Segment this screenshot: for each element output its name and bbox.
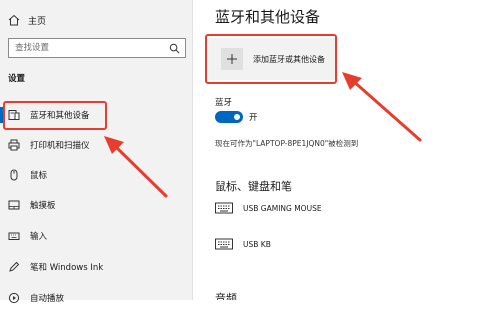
arrow-sidebar [104, 136, 168, 198]
annotation-arrows [104, 72, 422, 198]
arrow-add-device [342, 72, 422, 142]
